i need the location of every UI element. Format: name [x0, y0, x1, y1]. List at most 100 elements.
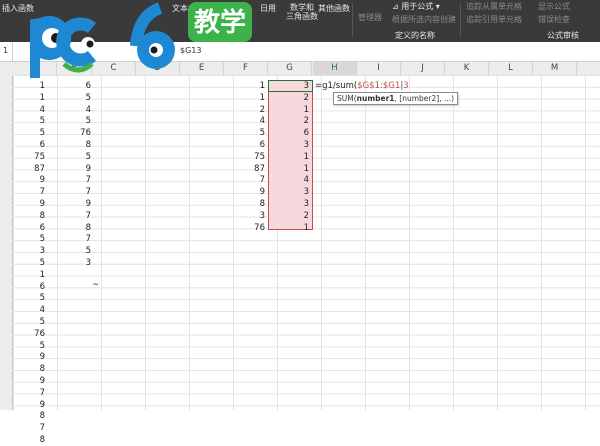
date-time-fragment[interactable]: 日用 — [260, 3, 276, 14]
column-a-cell[interactable]: 3 — [7, 245, 45, 257]
column-a-cell[interactable]: 8 — [7, 410, 45, 422]
column-f-cell[interactable]: 2 — [227, 104, 265, 116]
column-g-cell[interactable]: 3 — [271, 186, 309, 198]
formula-auditing-group-label: 公式审核 — [547, 31, 579, 40]
name-manager-button[interactable]: 管理器 — [358, 12, 382, 23]
column-g-cell[interactable]: 1 — [271, 222, 309, 234]
column-f-cell[interactable]: 87 — [227, 163, 265, 175]
column-b-cell[interactable]: 4 — [53, 104, 91, 116]
column-a-cell[interactable]: 7 — [7, 387, 45, 399]
column-b-cell[interactable]: 3 — [53, 257, 91, 269]
formula-part: $G — [382, 81, 395, 91]
column-b-cell[interactable]: 8 — [53, 139, 91, 151]
column-f-cell[interactable]: 6 — [227, 139, 265, 151]
column-b-cell[interactable]: 5 — [53, 115, 91, 127]
column-g-cell[interactable]: 2 — [271, 210, 309, 222]
column-b-cell[interactable]: 9 — [53, 163, 91, 175]
column-a-cell[interactable]: 6 — [7, 222, 45, 234]
column-a-cell[interactable]: 1 — [7, 92, 45, 104]
column-a-cell[interactable]: 7 — [7, 186, 45, 198]
stray-mark: ~ — [92, 280, 100, 290]
column-a-cell[interactable]: 6 — [7, 281, 45, 293]
column-header-k[interactable]: K — [445, 62, 489, 75]
column-a-cell[interactable]: 9 — [7, 399, 45, 411]
column-a-cell[interactable]: 4 — [7, 104, 45, 116]
column-a-cell[interactable]: 1 — [7, 80, 45, 92]
column-a-cell[interactable]: 9 — [7, 198, 45, 210]
name-box[interactable]: 1 — [3, 46, 8, 55]
column-b-cell[interactable]: 7 — [53, 186, 91, 198]
column-g-cell[interactable]: 1 — [271, 151, 309, 163]
column-a-cell[interactable]: 87 — [7, 163, 45, 175]
show-formulas-button[interactable]: 显示公式 — [538, 1, 570, 12]
column-a-cell[interactable]: 4 — [7, 304, 45, 316]
column-f-cell[interactable]: 7 — [227, 174, 265, 186]
column-a-cell[interactable]: 5 — [7, 316, 45, 328]
column-a-cell[interactable]: 5 — [7, 292, 45, 304]
column-a-cell[interactable]: 8 — [7, 434, 45, 446]
column-f-cell[interactable]: 9 — [227, 186, 265, 198]
column-b-cell[interactable]: 9 — [53, 198, 91, 210]
column-g-cell[interactable]: 1 — [271, 104, 309, 116]
create-from-selection-button[interactable]: 根据所选内容创建 — [392, 14, 456, 25]
column-b-cell[interactable]: 7 — [53, 210, 91, 222]
column-b-cell[interactable]: 5 — [53, 92, 91, 104]
column-f-cell[interactable]: 8 — [227, 198, 265, 210]
column-header-m[interactable]: M — [533, 62, 577, 75]
column-g-cell[interactable]: 3 — [271, 139, 309, 151]
column-b-cell[interactable]: 76 — [53, 127, 91, 139]
column-f-cell[interactable]: 76 — [227, 222, 265, 234]
column-g-cell[interactable]: 2 — [271, 115, 309, 127]
use-in-formula-button[interactable]: ⊿ 用于公式 ▾ — [392, 1, 440, 12]
tooltip-other-arguments: , [number2], ...) — [394, 94, 455, 103]
column-b-cell[interactable]: 5 — [53, 151, 91, 163]
error-checking-button[interactable]: 错误检查 — [538, 14, 570, 25]
column-g-cell[interactable]: 4 — [271, 174, 309, 186]
column-f-cell[interactable]: 5 — [227, 127, 265, 139]
column-f-cell[interactable]: 3 — [227, 210, 265, 222]
tooltip-function-name: SUM( — [337, 94, 357, 103]
column-header-j[interactable]: J — [401, 62, 445, 75]
column-f-cell[interactable]: 1 — [227, 80, 265, 92]
column-a-cell[interactable]: 5 — [7, 257, 45, 269]
column-a-cell[interactable]: 6 — [7, 139, 45, 151]
column-header-i[interactable]: I — [357, 62, 401, 75]
column-header-l[interactable]: L — [489, 62, 533, 75]
column-b-cell[interactable]: 7 — [53, 233, 91, 245]
column-g-cell[interactable]: 6 — [271, 127, 309, 139]
column-b-cell[interactable]: 8 — [53, 222, 91, 234]
column-g-cell[interactable]: 3 — [271, 80, 309, 92]
column-f-cell[interactable]: 1 — [227, 92, 265, 104]
column-header-g[interactable]: G — [268, 62, 312, 75]
column-b-cell[interactable]: 6 — [53, 80, 91, 92]
column-a-cell[interactable]: 5 — [7, 233, 45, 245]
defined-names-group-label: 定义的名称 — [395, 31, 435, 40]
column-a-cell[interactable]: 9 — [7, 174, 45, 186]
column-f-cell[interactable]: 4 — [227, 115, 265, 127]
column-a-cell[interactable]: 8 — [7, 363, 45, 375]
function-argument-tooltip[interactable]: SUM(number1, [number2], ...) — [333, 92, 459, 105]
in-cell-formula-editor[interactable]: =g1/sum($G$1:$G1|3 — [315, 80, 409, 92]
column-g-cell[interactable]: 1 — [271, 163, 309, 175]
trace-precedents-button[interactable]: 追踪引用单元格 — [466, 14, 522, 25]
column-a-cell[interactable]: 8 — [7, 210, 45, 222]
column-a-cell[interactable]: 1 — [7, 269, 45, 281]
column-a-cell[interactable]: 75 — [7, 151, 45, 163]
column-b-cell[interactable]: 7 — [53, 174, 91, 186]
column-a-cell[interactable]: 9 — [7, 351, 45, 363]
column-header-h[interactable]: H — [313, 62, 357, 75]
column-a-cell[interactable]: 7 — [7, 422, 45, 434]
column-a-cell[interactable]: 76 — [7, 328, 45, 340]
column-f-cell[interactable]: 75 — [227, 151, 265, 163]
column-a-cell[interactable]: 9 — [7, 375, 45, 387]
math-trig-button[interactable]: 数学和 三角函数 — [286, 3, 318, 21]
other-functions-button[interactable]: 其他函数 — [318, 3, 350, 14]
pc6-logo-watermark: 教学 — [30, 2, 252, 78]
column-g-cell[interactable]: 2 — [271, 92, 309, 104]
column-b-cell[interactable]: 5 — [53, 245, 91, 257]
column-a-cell[interactable]: 5 — [7, 127, 45, 139]
column-a-cell[interactable]: 5 — [7, 340, 45, 352]
trace-dependents-button[interactable]: 追踪从属单元格 — [466, 1, 522, 12]
column-a-cell[interactable]: 5 — [7, 115, 45, 127]
column-g-cell[interactable]: 3 — [271, 198, 309, 210]
